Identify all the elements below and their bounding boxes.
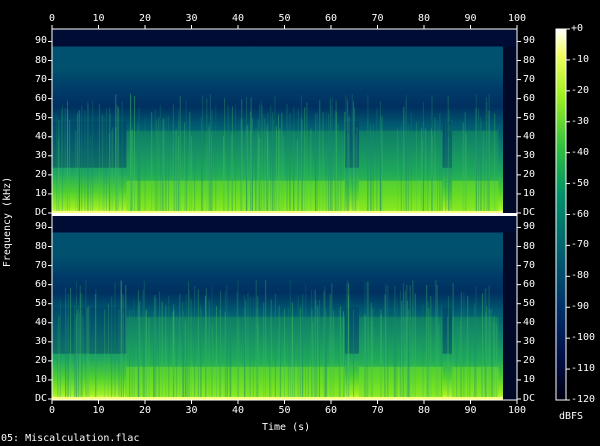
y-tick-label-right: 10	[523, 187, 536, 199]
x-tick-label-top: 30	[185, 13, 198, 24]
colorbar-tick-label: +0	[571, 23, 584, 34]
x-tick-label-bottom: 90	[464, 405, 477, 416]
x-tick-label-bottom: 10	[92, 405, 105, 416]
colorbar	[555, 28, 567, 401]
x-tick-label-top: 20	[138, 13, 152, 24]
spectrogram-view	[48, 25, 570, 404]
y-tick-label-right: 60	[523, 278, 536, 290]
quiet-region	[442, 307, 452, 354]
colorbar-tick-label: -90	[571, 301, 590, 313]
colorbar-tick-label: -60	[571, 208, 590, 220]
x-tick-label-top: 100	[507, 13, 527, 24]
y-tick-label-left: 70	[34, 73, 47, 85]
x-tick-label-top: 60	[324, 13, 338, 24]
loud-band	[451, 180, 499, 214]
x-tick-label-top: 40	[231, 13, 245, 24]
y-tick-label-left: 50	[34, 111, 47, 123]
y-tick-label-right: 70	[523, 73, 536, 85]
y-tick-label-left: DC	[34, 393, 47, 404]
colorbar-tick-label: -120	[571, 394, 596, 405]
file-name: 05: Miscalculation.flac	[1, 433, 140, 444]
above-cutoff	[52, 215, 517, 233]
colorbar-tick-label: -50	[571, 177, 590, 189]
x-tick-label-bottom: 100	[507, 405, 527, 416]
y-tick-label-left: 30	[34, 149, 47, 161]
spectrogram-channel-left	[52, 29, 517, 214]
colorbar-tick-label: -20	[571, 84, 590, 96]
channel-separator	[52, 213, 517, 216]
colorbar-ticks	[566, 28, 570, 401]
silence-region	[503, 215, 517, 400]
x-tick-label-bottom: 50	[278, 405, 291, 416]
y-tick-label-left: 60	[34, 278, 47, 290]
x-tick-label-top: 50	[278, 13, 291, 24]
quiet-region	[344, 307, 359, 354]
x-tick-label-bottom: 40	[231, 405, 245, 416]
colorbar-tick-label: -10	[571, 53, 590, 65]
x-tick-label-bottom: 70	[371, 405, 384, 416]
y-tick-label-right: 20	[523, 354, 536, 366]
colorbar-tick-label: -80	[571, 270, 590, 282]
colorbar-tick-label: -100	[571, 332, 596, 344]
x-tick-label-bottom: 60	[324, 405, 338, 416]
y-tick-label-left: 90	[34, 35, 47, 47]
colorbar-tick-label: -30	[571, 115, 590, 127]
y-tick-label-left: 60	[34, 92, 47, 104]
x-tick-label-top: 10	[92, 13, 105, 24]
y-tick-label-right: 30	[523, 335, 536, 347]
y-tick-label-right: 30	[523, 149, 536, 161]
y-tick-label-left: 20	[34, 354, 47, 366]
y-tick-label-left: 10	[34, 187, 47, 199]
y-tick-label-right: 50	[523, 111, 536, 123]
y-tick-label-right: 20	[523, 168, 536, 180]
y-tick-label-right: 40	[523, 316, 536, 328]
x-tick-label-bottom: 80	[417, 405, 431, 416]
colorbar-tick-label: -40	[571, 146, 590, 158]
y-axis-label: Frequency (kHz)	[2, 176, 13, 268]
y-tick-label-right: 90	[523, 35, 536, 47]
y-tick-label-left: 80	[34, 240, 47, 252]
x-axis-label: Time (s)	[262, 422, 311, 433]
y-tick-label-left: 90	[34, 221, 47, 233]
y-tick-label-right: 80	[523, 240, 536, 252]
mid-band	[451, 130, 499, 181]
y-tick-label-left: DC	[34, 207, 47, 218]
y-tick-label-right: 70	[523, 259, 536, 271]
y-tick-label-right: 90	[523, 221, 536, 233]
x-tick-label-bottom: 30	[185, 405, 198, 416]
colorbar-tick-label: -110	[571, 363, 596, 375]
colorbar-label: dBFS	[559, 411, 584, 422]
y-tick-label-left: 80	[34, 54, 47, 66]
y-tick-label-left: 50	[34, 297, 47, 309]
y-tick-label-right: DC	[523, 207, 536, 218]
y-tick-label-right: 60	[523, 92, 536, 104]
x-tick-label-top: 0	[48, 13, 56, 24]
y-tick-label-right: 80	[523, 54, 536, 66]
x-tick-label-bottom: 0	[48, 405, 56, 416]
y-tick-label-right: 10	[523, 373, 536, 385]
y-tick-label-right: 40	[523, 130, 536, 142]
spectrogram-channel-right	[52, 215, 517, 400]
y-tick-label-right: DC	[523, 393, 536, 404]
silence-region	[503, 29, 517, 214]
y-tick-label-left: 10	[34, 373, 47, 385]
y-tick-label-left: 70	[34, 259, 47, 271]
y-tick-label-right: 50	[523, 297, 536, 309]
above-cutoff	[52, 29, 517, 47]
x-tick-label-top: 90	[464, 13, 477, 24]
y-tick-label-left: 40	[34, 316, 47, 328]
y-tick-label-left: 30	[34, 335, 47, 347]
x-tick-label-top: 70	[371, 13, 384, 24]
x-tick-label-bottom: 20	[138, 405, 152, 416]
y-tick-label-left: 40	[34, 130, 47, 142]
colorbar-tick-label: -70	[571, 239, 590, 251]
x-tick-label-top: 80	[417, 13, 431, 24]
y-tick-label-left: 20	[34, 168, 47, 180]
